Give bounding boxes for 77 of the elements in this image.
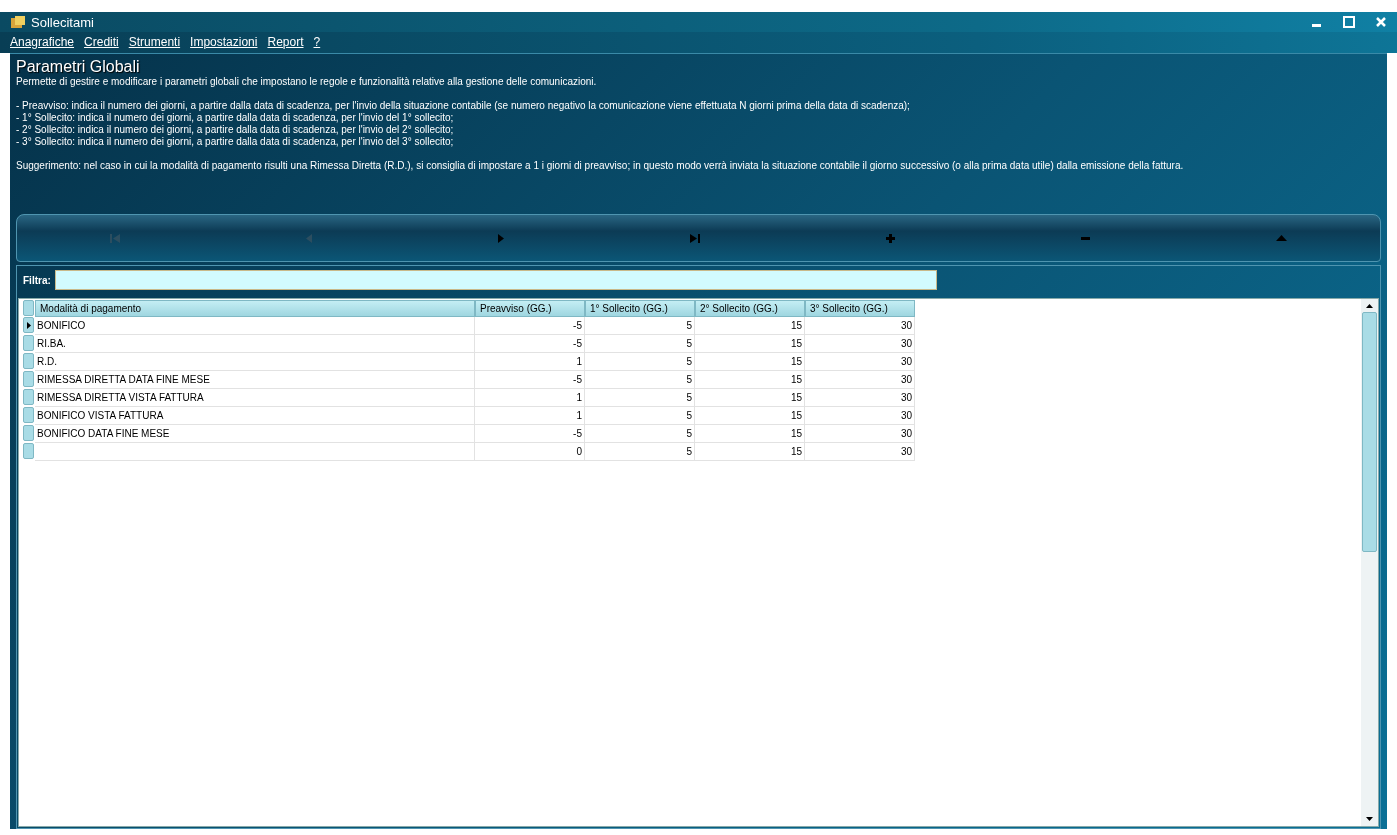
table-cell: 5 bbox=[585, 443, 695, 461]
note-text: - 1° Sollecito: indica il numero dei giorni, a partire dalla data di scadenza, per l'invio del 1° sollecito; bbox=[15, 112, 455, 124]
last-record-icon bbox=[690, 233, 700, 243]
table-cell: 5 bbox=[585, 425, 695, 443]
table-cell: 5 bbox=[585, 407, 695, 425]
panel-title: Parametri Globali bbox=[15, 58, 141, 76]
scroll-thumb[interactable] bbox=[1362, 312, 1377, 552]
note-text: - 2° Sollecito: indica il numero dei giorni, a partire dalla data di scadenza, per l'invio del 2° sollecito; bbox=[15, 124, 455, 136]
triangle-up-icon bbox=[1276, 235, 1287, 241]
menu-item[interactable]: Crediti bbox=[84, 35, 119, 49]
table-cell: RI.BA. bbox=[35, 335, 475, 353]
column-header[interactable]: 1° Sollecito (GG.) bbox=[585, 300, 695, 317]
window-title: Sollecitami bbox=[31, 14, 94, 30]
menu-item[interactable]: ? bbox=[313, 35, 321, 49]
table-cell: 5 bbox=[585, 335, 695, 353]
table-cell: -5 bbox=[475, 425, 585, 443]
table-cell: BONIFICO bbox=[35, 317, 475, 335]
table-cell: 15 bbox=[695, 389, 805, 407]
table-cell: 0 bbox=[475, 443, 585, 461]
table-cell: 30 bbox=[805, 389, 915, 407]
maximize-icon[interactable] bbox=[1343, 16, 1355, 28]
table-cell: RIMESSA DIRETTA DATA FINE MESE bbox=[35, 371, 475, 389]
table-cell: 1 bbox=[475, 389, 585, 407]
app-icon bbox=[10, 15, 26, 29]
table-cell: 5 bbox=[585, 317, 695, 335]
menu-item[interactable]: Impostazioni bbox=[190, 35, 258, 49]
row-selector[interactable] bbox=[23, 317, 34, 333]
note-text: - Preavviso: indica il numero dei giorni, a partire dalla data di scadenza, per l'invio della situazione contabile (se numero negativo la comunicazione viene effettuata N giorni prima della data di scadenza); bbox=[15, 100, 911, 112]
column-header[interactable]: 3° Sollecito (GG.) bbox=[805, 300, 915, 317]
table-cell: 15 bbox=[695, 317, 805, 335]
minus-icon bbox=[1081, 236, 1090, 240]
table-cell: 15 bbox=[695, 443, 805, 461]
filter-label: Filtra: bbox=[23, 274, 51, 286]
row-header-corner bbox=[23, 300, 34, 316]
table-cell: 30 bbox=[805, 317, 915, 335]
table-cell: 30 bbox=[805, 443, 915, 461]
column-header[interactable]: Preavviso (GG.) bbox=[475, 300, 585, 317]
table-cell: 1 bbox=[475, 407, 585, 425]
menu-item[interactable]: Report bbox=[267, 35, 304, 49]
table-cell: 5 bbox=[585, 389, 695, 407]
column-header[interactable]: Modalità di pagamento bbox=[35, 300, 475, 317]
table-cell: -5 bbox=[475, 335, 585, 353]
description-text: Permette di gestire e modificare i parametri globali che impostano le regole e funzionalità relative alla gestione delle comunicazioni. bbox=[15, 76, 598, 88]
table-cell: 5 bbox=[585, 371, 695, 389]
table-cell: 15 bbox=[695, 353, 805, 371]
next-icon bbox=[498, 233, 504, 243]
scroll-down-icon[interactable] bbox=[1366, 817, 1373, 821]
table-cell: 30 bbox=[805, 335, 915, 353]
menu-item[interactable]: Anagrafiche bbox=[10, 35, 75, 49]
table-cell: -5 bbox=[475, 317, 585, 335]
table-cell: 30 bbox=[805, 371, 915, 389]
plus-icon bbox=[886, 233, 895, 243]
table-cell: 30 bbox=[805, 407, 915, 425]
table-cell: -5 bbox=[475, 371, 585, 389]
previous-icon bbox=[306, 233, 312, 243]
table-cell: BONIFICO DATA FINE MESE bbox=[35, 425, 475, 443]
filter-field[interactable] bbox=[54, 270, 937, 290]
first-record-icon bbox=[110, 233, 120, 243]
table-cell: 1 bbox=[475, 353, 585, 371]
table-cell: 30 bbox=[805, 425, 915, 443]
table-cell: 15 bbox=[695, 371, 805, 389]
table-cell: 15 bbox=[695, 407, 805, 425]
current-row-icon bbox=[26, 321, 31, 329]
scroll-up-icon[interactable] bbox=[1366, 304, 1373, 308]
column-header[interactable]: 2° Sollecito (GG.) bbox=[695, 300, 805, 317]
close-icon[interactable] bbox=[1375, 16, 1387, 28]
table-cell: BONIFICO VISTA FATTURA bbox=[35, 407, 475, 425]
table-cell: 5 bbox=[585, 353, 695, 371]
vertical-scrollbar[interactable] bbox=[1361, 299, 1378, 826]
note-text: - 3° Sollecito: indica il numero dei giorni, a partire dalla data di scadenza, per l'invio del 3° sollecito; bbox=[15, 136, 455, 148]
table-cell: 15 bbox=[695, 425, 805, 443]
table-cell: 30 bbox=[805, 353, 915, 371]
table-cell: R.D. bbox=[35, 353, 475, 371]
menu-item[interactable]: Strumenti bbox=[128, 35, 181, 49]
table-cell: RIMESSA DIRETTA VISTA FATTURA bbox=[35, 389, 475, 407]
table-cell: 15 bbox=[695, 335, 805, 353]
hint-text: Suggerimento: nel caso in cui la modalità di pagamento risulti una Rimessa Diretta (R.D.), si consiglia di impostare a 1 i giorni di preavviso; in questo modo verrà inviata la situazione contabile il giorno successivo (o alla prima data utile) dalla emissione della fattura. bbox=[15, 160, 1185, 172]
